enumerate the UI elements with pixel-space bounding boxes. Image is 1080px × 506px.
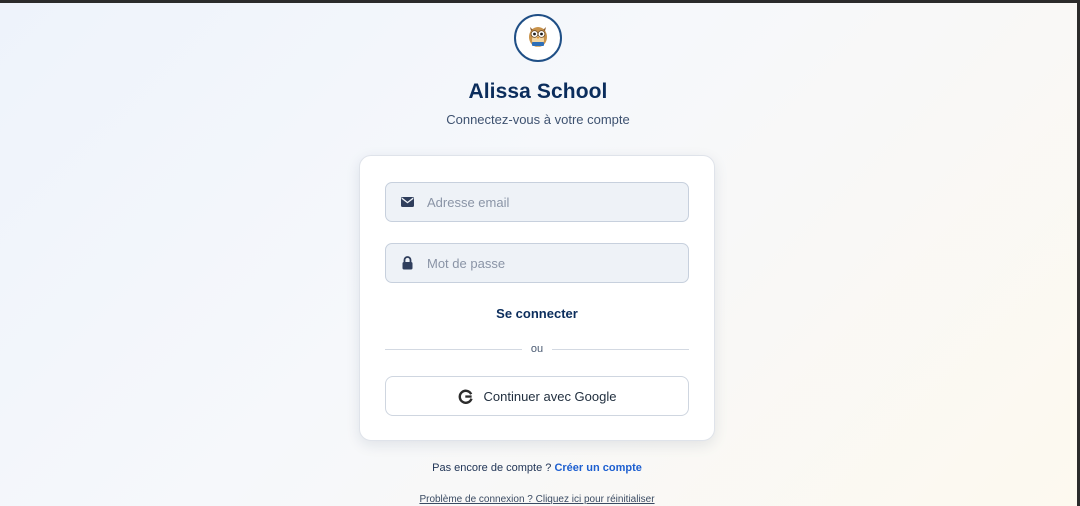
email-input[interactable] xyxy=(425,193,679,211)
create-account-link[interactable]: Créer un compte xyxy=(554,462,641,474)
owl-mascot-icon xyxy=(529,27,547,47)
or-divider: ou xyxy=(385,342,689,356)
divider-line-left xyxy=(385,348,522,350)
signup-prompt-line: Pas encore de compte ? Créer un compte xyxy=(0,462,1074,474)
reset-line: Problème de connexion ? Cliquez ici pour… xyxy=(0,494,1074,505)
signup-prompt: Pas encore de compte ? xyxy=(432,462,552,474)
google-g-icon xyxy=(458,389,473,404)
app-title: Alissa School xyxy=(468,80,608,103)
divider-text: ou xyxy=(530,343,544,355)
google-signin-button[interactable]: Continuer avec Google xyxy=(385,376,689,416)
school-logo xyxy=(514,14,562,62)
login-header: Alissa School Connectez-vous à votre com… xyxy=(0,14,1076,127)
password-field[interactable] xyxy=(385,243,689,283)
reset-password-link[interactable]: Problème de connexion ? Cliquez ici pour… xyxy=(419,494,654,505)
divider-line-right xyxy=(552,348,689,350)
envelope-icon xyxy=(400,195,414,209)
password-input[interactable] xyxy=(425,254,679,272)
login-subtitle: Connectez-vous à votre compte xyxy=(446,112,630,127)
email-field[interactable] xyxy=(385,182,689,222)
login-button[interactable]: Se connecter xyxy=(385,302,689,324)
window-top-border xyxy=(0,0,1080,3)
google-button-label: Continuer avec Google xyxy=(483,388,617,404)
login-card: Se connecter ou Continuer avec Google xyxy=(359,155,715,441)
lock-icon xyxy=(400,256,414,270)
